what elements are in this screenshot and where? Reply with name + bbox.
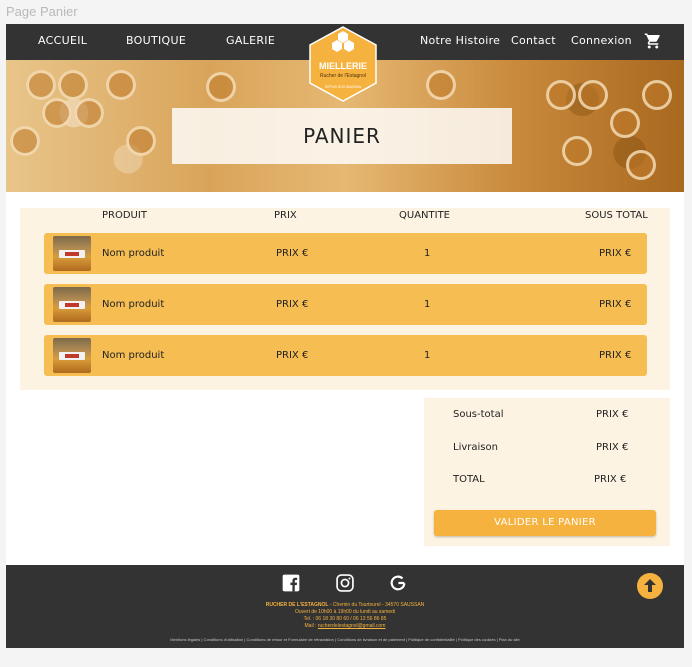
subtotal-label: Sous-total	[453, 409, 504, 420]
product-quantity[interactable]: 1	[424, 233, 430, 274]
facebook-icon[interactable]	[281, 573, 301, 593]
product-price: PRIX €	[276, 248, 309, 259]
back-to-top-button[interactable]	[637, 573, 663, 599]
product-subtotal: PRIX €	[599, 299, 632, 310]
header-product: PRODUIT	[102, 210, 147, 221]
product-thumbnail[interactable]	[53, 287, 91, 322]
hero-title-panel: PANIER	[172, 108, 512, 164]
page-label: Page Panier	[6, 4, 78, 19]
product-price: PRIX €	[276, 350, 309, 361]
footer-legal-links[interactable]: Mentions légales | Conditions d'utilisat…	[6, 636, 684, 643]
cart-row[interactable]: Nom produit PRIX € 1 PRIX €	[44, 233, 647, 274]
total-label: TOTAL	[453, 474, 485, 485]
arrow-up-icon	[644, 579, 656, 592]
shipping-label: Livraison	[453, 442, 498, 453]
page-frame: ACCUEIL BOUTIQUE GALERIE Notre Histoire …	[6, 24, 684, 648]
logo-name: MIELLERIE	[319, 61, 367, 71]
nav-galerie[interactable]: GALERIE	[226, 24, 275, 60]
nav-accueil[interactable]: ACCUEIL	[38, 24, 87, 60]
footer-address: RUCHER DE L'ESTAGNOL - Chemin du Tourtou…	[6, 602, 684, 609]
cart-row[interactable]: Nom produit PRIX € 1 PRIX €	[44, 284, 647, 325]
product-quantity[interactable]: 1	[424, 335, 430, 376]
product-subtotal: PRIX €	[599, 350, 632, 361]
shopping-cart-icon[interactable]	[644, 32, 662, 50]
product-price: PRIX €	[276, 299, 309, 310]
nav-connexion[interactable]: Connexion	[571, 24, 632, 60]
shipping-value: PRIX €	[596, 442, 629, 453]
product-name[interactable]: Nom produit	[102, 284, 164, 325]
footer-mail-prefix: Mail :	[304, 623, 318, 629]
header-quantity: QUANTITE	[399, 210, 450, 221]
cart-row[interactable]: Nom produit PRIX € 1 PRIX €	[44, 335, 647, 376]
header-subtotal: SOUS TOTAL	[585, 210, 648, 221]
validate-cart-button[interactable]: VALIDER LE PANIER	[434, 510, 656, 536]
footer-hours: Ouvert de 10h00 à 19h00 du lundi au same…	[294, 609, 396, 615]
product-thumbnail[interactable]	[53, 338, 91, 373]
google-icon[interactable]	[388, 573, 408, 593]
nav-boutique[interactable]: BOUTIQUE	[126, 24, 186, 60]
footer-mail: Mail : rucherdelestagnol@gmail.com	[6, 623, 684, 630]
footer: RUCHER DE L'ESTAGNOL - Chemin du Tourtou…	[6, 565, 684, 648]
product-name[interactable]: Nom produit	[102, 233, 164, 274]
total-value: PRIX €	[594, 474, 627, 485]
page-title: PANIER	[303, 124, 381, 148]
product-quantity[interactable]: 1	[424, 284, 430, 325]
subtotal-value: PRIX €	[596, 409, 629, 420]
instagram-icon[interactable]	[335, 573, 355, 593]
footer-address-rest: - Chemin du Tourtourel - 34570 SAUSSAN	[328, 602, 425, 608]
footer-company-name: RUCHER DE L'ESTAGNOL	[265, 602, 329, 608]
product-thumbnail[interactable]	[53, 236, 91, 271]
miellerie-logo[interactable]: MIELLERIE Rucher de l'Estagnol DEPUIS 20…	[308, 26, 378, 102]
nav-contact[interactable]: Contact	[511, 24, 556, 60]
footer-phone: Tel. : 06 18 30 80 60 / 06 13 56 86 85	[303, 616, 387, 622]
footer-mail-link[interactable]: rucherdelestagnol@gmail.com	[318, 623, 386, 629]
product-subtotal: PRIX €	[599, 248, 632, 259]
product-name[interactable]: Nom produit	[102, 335, 164, 376]
header-price: PRIX	[274, 210, 297, 221]
totals-panel: Sous-total PRIX € Livraison PRIX € TOTAL…	[424, 398, 670, 546]
logo-tag: DEPUIS 2019 SAUSSAN	[325, 85, 362, 89]
nav-notre-histoire[interactable]: Notre Histoire	[420, 24, 500, 60]
logo-sub: Rucher de l'Estagnol	[320, 73, 366, 79]
